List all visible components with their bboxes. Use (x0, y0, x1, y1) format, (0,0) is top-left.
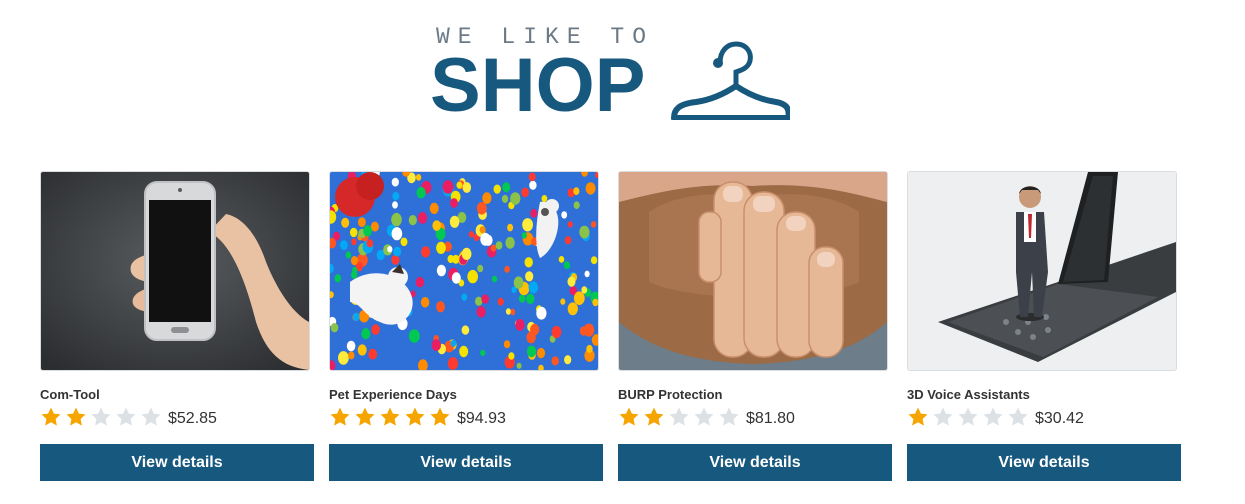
star-filled-icon (429, 406, 451, 428)
star-empty-icon (932, 406, 954, 428)
star-empty-icon (115, 406, 137, 428)
star-filled-icon (329, 406, 351, 428)
star-filled-icon (618, 406, 640, 428)
star-empty-icon (693, 406, 715, 428)
star-empty-icon (957, 406, 979, 428)
view-details-button[interactable]: View details (40, 444, 314, 481)
star-filled-icon (40, 406, 62, 428)
star-filled-icon (404, 406, 426, 428)
product-card: BURP Protection $81.80 View details (618, 171, 892, 481)
star-rating (329, 406, 454, 428)
product-rating: $52.85 (40, 406, 217, 428)
star-empty-icon (718, 406, 740, 428)
star-rating (40, 406, 165, 428)
product-price: $30.42 (1035, 410, 1084, 427)
product-image-beard[interactable] (618, 171, 888, 371)
product-name[interactable]: Pet Experience Days (329, 387, 457, 402)
star-filled-icon (354, 406, 376, 428)
product-image-hologram-phone[interactable] (907, 171, 1177, 371)
product-card: Pet Experience Days $94.93 View details (329, 171, 603, 481)
shop-logo[interactable]: WE LIKE TO SHOP (430, 20, 800, 130)
star-empty-icon (90, 406, 112, 428)
product-name[interactable]: Com-Tool (40, 387, 100, 402)
star-empty-icon (140, 406, 162, 428)
product-image-phone[interactable] (40, 171, 310, 371)
product-name[interactable]: 3D Voice Assistants (907, 387, 1030, 402)
product-price: $81.80 (746, 410, 795, 427)
star-filled-icon (379, 406, 401, 428)
star-filled-icon (907, 406, 929, 428)
product-card: 3D Voice Assistants $30.42 View details (907, 171, 1181, 481)
star-empty-icon (668, 406, 690, 428)
product-price: $94.93 (457, 410, 506, 427)
product-rating: $94.93 (329, 406, 506, 428)
view-details-button[interactable]: View details (618, 444, 892, 481)
star-rating (618, 406, 743, 428)
product-image-balloons[interactable] (329, 171, 599, 371)
hanger-icon (670, 41, 790, 120)
star-filled-icon (643, 406, 665, 428)
star-filled-icon (65, 406, 87, 428)
logo-wordmark: SHOP (430, 43, 646, 128)
view-details-button[interactable]: View details (329, 444, 603, 481)
product-card: Com-Tool $52.85 View details (40, 171, 314, 481)
product-name[interactable]: BURP Protection (618, 387, 723, 402)
product-rating: $81.80 (618, 406, 795, 428)
product-price: $52.85 (168, 410, 217, 427)
view-details-button[interactable]: View details (907, 444, 1181, 481)
product-rating: $30.42 (907, 406, 1084, 428)
star-empty-icon (1007, 406, 1029, 428)
star-rating (907, 406, 1032, 428)
star-empty-icon (982, 406, 1004, 428)
